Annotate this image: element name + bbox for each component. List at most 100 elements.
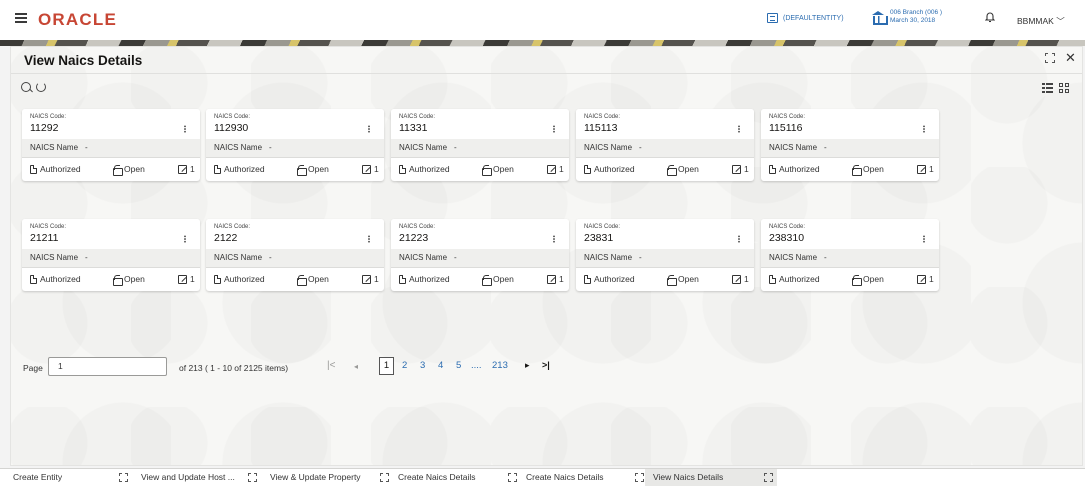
close-icon[interactable]: ✕	[1065, 50, 1076, 66]
modification-count[interactable]: 1	[917, 274, 934, 284]
naics-name-label: NAICS Name	[214, 143, 263, 152]
more-options-icon[interactable]	[368, 125, 370, 133]
naics-name-value: -	[269, 253, 272, 262]
unlock-icon	[113, 274, 123, 286]
modification-count[interactable]: 1	[732, 164, 749, 174]
naics-code-value: 112930	[214, 122, 249, 134]
tab-expand-icon[interactable]	[248, 473, 257, 482]
hamburger-menu-icon[interactable]	[15, 13, 27, 23]
page-link-3[interactable]: 3	[420, 360, 425, 371]
card-footer: Authorized Open 1	[391, 157, 569, 181]
current-page[interactable]: 1	[379, 357, 394, 375]
modification-number: 1	[559, 274, 564, 284]
page-link-2[interactable]: 2	[402, 360, 407, 371]
naics-card[interactable]: NAICS Code: 115116 NAICS Name - Authoriz…	[761, 109, 939, 181]
naics-card[interactable]: NAICS Code: 23831 NAICS Name - Authorize…	[576, 219, 754, 291]
card-footer: Authorized Open 1	[576, 157, 754, 181]
naics-card[interactable]: NAICS Code: 115113 NAICS Name - Authoriz…	[576, 109, 754, 181]
modification-count[interactable]: 1	[917, 164, 934, 174]
entity-label: (DEFAULTENTITY)	[783, 14, 844, 22]
card-header: NAICS Code: 238310	[761, 219, 939, 249]
tab-expand-icon[interactable]	[508, 473, 517, 482]
more-options-icon[interactable]	[184, 125, 186, 133]
user-menu[interactable]: BBMMAK ﹀	[1017, 15, 1065, 27]
naics-card[interactable]: NAICS Code: 21211 NAICS Name - Authorize…	[22, 219, 200, 291]
modification-number: 1	[190, 274, 195, 284]
naics-name-label: NAICS Name	[30, 253, 79, 262]
tab-create-entity[interactable]: Create Entity	[5, 469, 62, 486]
authorization-status: Authorized	[769, 164, 820, 174]
more-options-icon[interactable]	[553, 235, 555, 243]
previous-page-button[interactable]: ◂	[354, 362, 358, 371]
unlock-icon	[852, 164, 862, 176]
branch-building-icon	[872, 11, 888, 25]
edit-icon	[362, 164, 371, 174]
tab-view-update-host[interactable]: View and Update Host ...	[133, 469, 235, 486]
modification-count[interactable]: 1	[732, 274, 749, 284]
naics-name-row: NAICS Name -	[576, 139, 754, 157]
tab-view-naics-details[interactable]: View Naics Details	[645, 469, 777, 486]
record-status-label: Open	[308, 164, 329, 174]
entity-selector[interactable]: (DEFAULTENTITY)	[767, 13, 844, 23]
naics-name-label: NAICS Name	[584, 143, 633, 152]
branch-selector[interactable]: 006 Branch (006 ) March 30, 2018	[872, 9, 942, 25]
more-options-icon[interactable]	[738, 125, 740, 133]
modification-count[interactable]: 1	[362, 274, 379, 284]
first-page-button[interactable]: |<	[327, 360, 335, 371]
record-status-label: Open	[124, 164, 145, 174]
search-icon[interactable]	[21, 82, 31, 92]
more-options-icon[interactable]	[923, 125, 925, 133]
tab-create-naics-details-1[interactable]: Create Naics Details	[390, 469, 475, 486]
unlock-icon	[482, 164, 492, 176]
document-icon	[214, 164, 221, 174]
tab-expand-icon[interactable]	[635, 473, 644, 482]
more-options-icon[interactable]	[738, 235, 740, 243]
page-link-5[interactable]: 5	[456, 360, 461, 371]
record-status: Open	[852, 164, 884, 176]
naics-card[interactable]: NAICS Code: 11292 NAICS Name - Authorize…	[22, 109, 200, 181]
refresh-icon[interactable]	[36, 82, 46, 92]
notification-bell-icon[interactable]	[985, 11, 995, 23]
more-options-icon[interactable]	[923, 235, 925, 243]
naics-name-label: NAICS Name	[399, 253, 448, 262]
page-link-last[interactable]: 213	[492, 360, 508, 371]
tab-expand-icon[interactable]	[764, 473, 773, 482]
tab-view-update-property[interactable]: View & Update Property	[262, 469, 361, 486]
naics-card[interactable]: NAICS Code: 112930 NAICS Name - Authoriz…	[206, 109, 384, 181]
list-view-icon[interactable]	[1042, 83, 1053, 93]
more-options-icon[interactable]	[553, 125, 555, 133]
page-title: View Naics Details	[24, 53, 143, 68]
expand-icon[interactable]	[1045, 53, 1055, 63]
authorization-status: Authorized	[399, 274, 450, 284]
more-options-icon[interactable]	[368, 235, 370, 243]
naics-card[interactable]: NAICS Code: 11331 NAICS Name - Authorize…	[391, 109, 569, 181]
tab-create-naics-details-2[interactable]: Create Naics Details	[518, 469, 603, 486]
naics-card[interactable]: NAICS Code: 21223 NAICS Name - Authorize…	[391, 219, 569, 291]
naics-card[interactable]: NAICS Code: 238310 NAICS Name - Authoriz…	[761, 219, 939, 291]
record-status-label: Open	[493, 274, 514, 284]
card-header: NAICS Code: 115113	[576, 109, 754, 139]
modification-count[interactable]: 1	[362, 164, 379, 174]
tab-expand-icon[interactable]	[119, 473, 128, 482]
naics-card[interactable]: NAICS Code: 2122 NAICS Name - Authorized…	[206, 219, 384, 291]
grid-view-icon[interactable]	[1059, 83, 1069, 93]
page-number-input[interactable]: 1	[48, 357, 167, 376]
modification-count[interactable]: 1	[178, 274, 195, 284]
modification-count[interactable]: 1	[178, 164, 195, 174]
authorization-status: Authorized	[584, 274, 635, 284]
more-options-icon[interactable]	[184, 235, 186, 243]
oracle-logo: ORACLE	[38, 10, 117, 29]
edit-icon	[178, 274, 187, 284]
modification-count[interactable]: 1	[547, 164, 564, 174]
modification-number: 1	[559, 164, 564, 174]
naics-code-value: 115116	[769, 122, 803, 134]
card-footer: Authorized Open 1	[761, 157, 939, 181]
tab-expand-icon[interactable]	[380, 473, 389, 482]
page-link-4[interactable]: 4	[438, 360, 443, 371]
naics-name-row: NAICS Name -	[576, 249, 754, 267]
bank-icon	[767, 13, 778, 23]
modification-count[interactable]: 1	[547, 274, 564, 284]
record-status: Open	[667, 274, 699, 286]
next-page-button[interactable]: ▸	[525, 360, 530, 371]
last-page-button[interactable]: >|	[542, 360, 550, 370]
